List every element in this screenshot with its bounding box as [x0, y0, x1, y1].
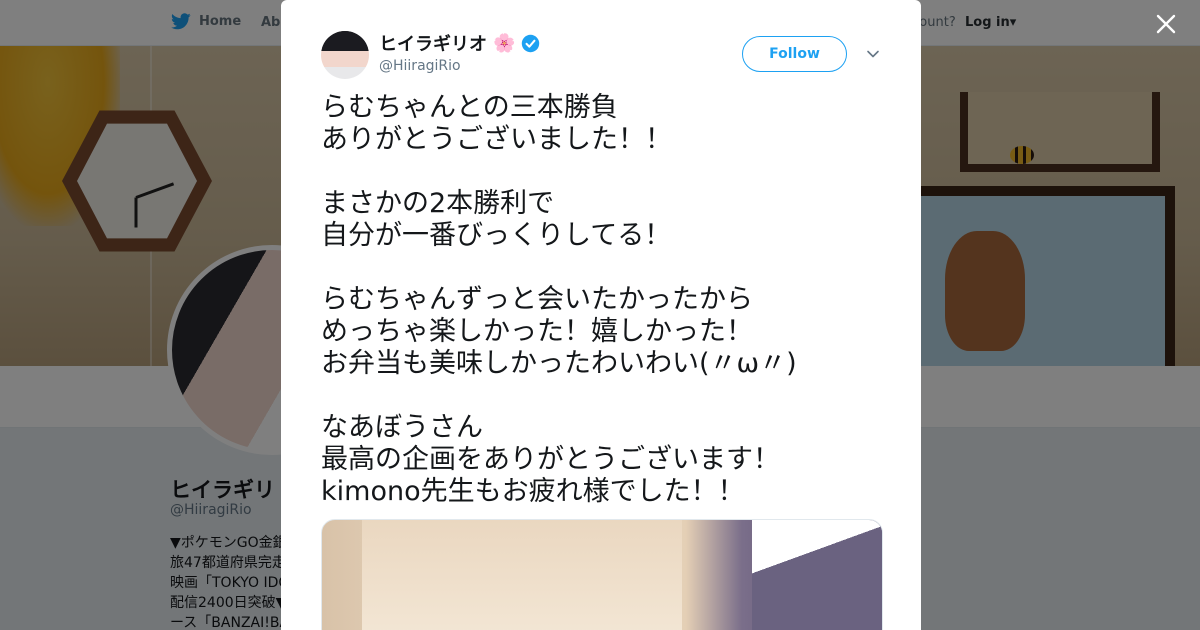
tweet-modal: ヒイラギリオ 🌸 @HiiragiRio Follow らむちゃんとの三本勝負 … [281, 0, 921, 630]
verified-badge-icon [522, 34, 540, 52]
close-icon[interactable] [1155, 13, 1177, 35]
tweet-line: kimono先生もお疲れ様でした！！ [321, 476, 745, 507]
chevron-down-icon[interactable] [865, 46, 881, 62]
tweet-author-avatar[interactable] [321, 31, 369, 79]
tweet-author-name-row[interactable]: ヒイラギリオ 🌸 [379, 30, 540, 56]
tweet-line: らむちゃんずっと会いたかったから [321, 284, 753, 315]
tweet-text: らむちゃんとの三本勝負 ありがとうございました！！ まさかの2本勝利で 自分が一… [321, 92, 881, 508]
tweet-line: めっちゃ楽しかった！嬉しかった！ [321, 316, 753, 347]
tweet-line: なあぼうさん [321, 412, 483, 443]
tweet-author-handle[interactable]: @HiiragiRio [379, 58, 461, 74]
tweet-line: 自分が一番びっくりしてる！ [321, 220, 672, 251]
tweet-line: 最高の企画をありがとうございます！ [321, 444, 780, 475]
tweet-line: まさかの2本勝利で [321, 188, 555, 219]
tweet-line: お弁当も美味しかったわいわい(〃ω〃) [321, 348, 797, 379]
tweet-author-name: ヒイラギリオ [379, 34, 487, 55]
cherry-blossom-emoji: 🌸 [493, 32, 516, 54]
tweet-line: ありがとうございました！！ [321, 124, 672, 155]
follow-button[interactable]: Follow [742, 36, 847, 72]
tweet-photo[interactable] [321, 519, 883, 630]
tweet-line: らむちゃんとの三本勝負 [321, 92, 618, 123]
